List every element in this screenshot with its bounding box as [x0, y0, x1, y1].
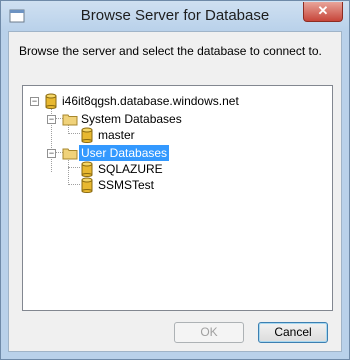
collapse-icon[interactable]: −	[47, 149, 56, 158]
cancel-button[interactable]: Cancel	[258, 322, 328, 343]
tree-node-master[interactable]: master	[23, 127, 323, 143]
ssmstest-label[interactable]: SSMSTest	[96, 177, 156, 193]
database-icon	[45, 93, 57, 109]
title-bar[interactable]: Browse Server for Database ✕	[1, 1, 349, 31]
master-label[interactable]: master	[96, 127, 137, 143]
dialog-body: Browse the server and select the databas…	[8, 31, 342, 352]
database-tree[interactable]: − i46it8qgsh.database.windows.net − Syst…	[22, 85, 333, 311]
tree-node-server[interactable]: − i46it8qgsh.database.windows.net	[23, 93, 323, 109]
dialog-window: Browse Server for Database ✕ Browse the …	[0, 0, 350, 360]
folder-icon	[62, 148, 78, 160]
collapse-icon[interactable]: −	[30, 97, 39, 106]
system-databases-label[interactable]: System Databases	[79, 111, 184, 127]
tree-node-ssmstest[interactable]: SSMSTest	[23, 177, 323, 193]
user-databases-label[interactable]: User Databases	[79, 145, 170, 161]
server-label[interactable]: i46it8qgsh.database.windows.net	[60, 93, 241, 109]
close-button[interactable]: ✕	[303, 2, 343, 22]
database-icon	[81, 177, 93, 193]
collapse-icon[interactable]: −	[47, 115, 56, 124]
window-title: Browse Server for Database	[80, 7, 270, 24]
sqlazure-label[interactable]: SQLAZURE	[96, 161, 165, 177]
tree-node-sqlazure[interactable]: SQLAZURE	[23, 161, 323, 177]
instructions-text: Browse the server and select the databas…	[19, 44, 322, 58]
folder-icon	[62, 114, 78, 126]
database-icon	[81, 161, 93, 177]
tree-node-system-databases[interactable]: − System Databases	[23, 111, 323, 127]
ok-button[interactable]: OK	[174, 322, 244, 343]
tree-node-user-databases[interactable]: − User Databases	[23, 145, 323, 161]
database-icon	[81, 127, 93, 143]
